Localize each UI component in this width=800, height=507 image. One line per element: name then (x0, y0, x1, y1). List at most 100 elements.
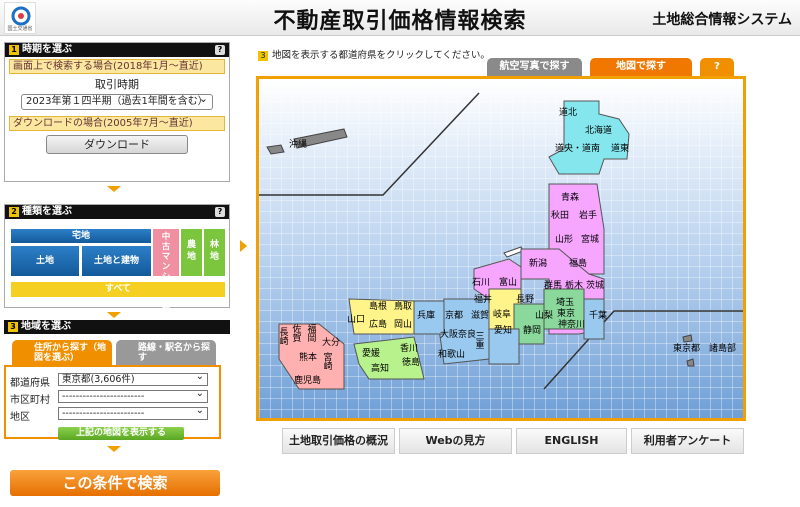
pref-gunma[interactable]: 群馬 (544, 281, 562, 291)
pref-kagawa[interactable]: 香川 (400, 344, 418, 354)
pref-kanagawa[interactable]: 神奈川 (558, 320, 585, 330)
step3-title: 地域を選ぶ (21, 321, 71, 332)
pref-fukuoka[interactable]: 福岡 (307, 325, 317, 345)
pref-hokkaido[interactable]: 北海道 (585, 126, 612, 136)
pref-toyama[interactable]: 富山 (499, 278, 517, 288)
pref-tokyo-islands[interactable]: 東京都 諸島部 (673, 344, 736, 354)
farm-button[interactable]: 農地 (181, 229, 202, 276)
tab-aerial[interactable]: 航空写真で探す (487, 58, 582, 76)
pref-mie[interactable]: 三重 (475, 332, 485, 352)
land-button[interactable]: 土地 (11, 246, 79, 276)
tab-map[interactable]: 地図で探す (590, 58, 692, 76)
show-map-button[interactable]: 上記の地図を表示する (58, 427, 184, 440)
map-help-icon[interactable]: ? (700, 58, 734, 76)
link-english[interactable]: ENGLISH (516, 428, 627, 454)
pref-fukui[interactable]: 福井 (474, 295, 492, 305)
pref-tokushima[interactable]: 徳島 (402, 358, 420, 368)
pref-hyogo[interactable]: 兵庫 (417, 311, 435, 321)
pref-oita[interactable]: 大分 (322, 338, 340, 348)
logo-icon (11, 6, 31, 26)
pref-akita[interactable]: 秋田 (551, 211, 569, 221)
district-label: 地区 (10, 412, 30, 423)
pref-donan[interactable]: 道央・道南 (555, 144, 600, 154)
forest-button[interactable]: 林地 (204, 229, 225, 276)
pref-saga[interactable]: 佐賀 (292, 325, 302, 345)
mlit-logo[interactable]: 国土交通省 (4, 2, 36, 34)
pref-dotou[interactable]: 道東 (611, 144, 629, 154)
pref-nara[interactable]: 奈良 (458, 330, 476, 340)
step-number: 3 (258, 51, 268, 61)
step-number: 3 (8, 322, 18, 332)
down-arrow-icon (107, 446, 121, 452)
step1-header: 1 時期を選ぶ? (5, 43, 229, 57)
pref-nagano[interactable]: 長野 (516, 295, 534, 305)
period-select[interactable]: 2023年第１四半期（過去1年間を含む） (21, 92, 213, 110)
pref-gifu[interactable]: 岐阜 (493, 310, 511, 320)
system-name: 土地総合情報システム (652, 12, 792, 28)
pref-osaka[interactable]: 大阪 (440, 330, 458, 340)
pref-yamagata[interactable]: 山形 (555, 235, 573, 245)
pref-yamaguchi[interactable]: 山口 (347, 315, 365, 325)
pref-ishikawa[interactable]: 石川 (472, 278, 490, 288)
pref-hiroshima[interactable]: 広島 (369, 320, 387, 330)
map-instruction: 3 地図を表示する都道府県をクリックしてください。 (258, 47, 490, 61)
pref-kumamoto[interactable]: 熊本 (299, 353, 317, 363)
pref-doto[interactable]: 道北 (559, 108, 577, 118)
help-icon[interactable]: ? (215, 207, 225, 217)
district-select[interactable]: ------------------------ (58, 405, 208, 420)
step-number: 2 (9, 207, 19, 217)
pref-miyazaki[interactable]: 宮崎 (323, 353, 333, 373)
city-select[interactable]: ------------------------ (58, 388, 208, 403)
pref-saitama[interactable]: 埼玉 (556, 298, 574, 308)
pref-yamanashi[interactable]: 山梨 (535, 311, 553, 321)
pref-select[interactable]: 東京都(3,606件) (58, 371, 208, 386)
city-label: 市区町村 (10, 395, 50, 406)
tab-station[interactable]: 路線・駅名から探す (116, 340, 216, 366)
pref-kagoshima[interactable]: 鹿児島 (294, 376, 321, 386)
pref-iwate[interactable]: 岩手 (579, 211, 597, 221)
period-label: 取引時期 (95, 78, 139, 91)
link-survey[interactable]: 利用者アンケート (631, 428, 744, 454)
download-button[interactable]: ダウンロード (46, 135, 188, 154)
pref-shiga[interactable]: 滋賀 (471, 311, 489, 321)
pref-ehime[interactable]: 愛媛 (362, 349, 380, 359)
pref-niigata[interactable]: 新潟 (529, 259, 547, 269)
japan-map: 道北 北海道 道央・道南 道東 青森 秋田 岩手 山形 宮城 新潟 福島 石川 … (256, 76, 746, 421)
step-number: 1 (9, 45, 19, 55)
pref-miyagi[interactable]: 宮城 (581, 235, 599, 245)
pref-okinawa[interactable]: 沖縄 (289, 140, 307, 150)
pref-aichi[interactable]: 愛知 (494, 326, 512, 336)
step1-title: 時期を選ぶ (22, 44, 72, 55)
all-button[interactable]: すべて (11, 282, 225, 297)
tab-station-label: 路線・駅名から探す (138, 343, 211, 363)
page-title: 不動産取引価格情報検索 (273, 9, 527, 34)
pref-kochi[interactable]: 高知 (371, 364, 389, 374)
search-button[interactable]: この条件で検索 (10, 470, 220, 496)
land-building-button[interactable]: 土地と建物 (82, 246, 151, 276)
link-overview[interactable]: 土地取引価格の概況 (282, 428, 395, 454)
pref-chiba[interactable]: 千葉 (589, 311, 607, 321)
pref-tokyo[interactable]: 東京 (557, 309, 575, 319)
link-web-guide[interactable]: Webの見方 (399, 428, 512, 454)
pref-shizuoka[interactable]: 静岡 (523, 326, 541, 336)
pref-shimane[interactable]: 島根 (369, 302, 387, 312)
download-label: ダウンロードの場合(2005年7月～直近) (9, 116, 225, 131)
area-form: 都道府県 東京都(3,606件) 市区町村 ------------------… (4, 365, 221, 440)
area-tabs: 住所から探す（地図を選ぶ） 路線・駅名から探す (4, 340, 220, 366)
takuchi-button[interactable]: 宅地 (11, 229, 151, 243)
pref-kyoto[interactable]: 京都 (445, 311, 463, 321)
down-arrow-icon (107, 186, 121, 192)
pref-tochigi[interactable]: 栃木 (565, 281, 583, 291)
pref-fukushima[interactable]: 福島 (569, 259, 587, 269)
map-instruction-text: 地図を表示する都道府県をクリックしてください。 (272, 50, 490, 61)
help-icon[interactable]: ? (215, 45, 225, 55)
pref-tottori[interactable]: 鳥取 (394, 302, 412, 312)
pref-nagasaki[interactable]: 長崎 (279, 328, 289, 348)
step3-header: 3 地域を選ぶ (4, 320, 230, 334)
used-mansion-button[interactable]: 中古マンション等 (153, 229, 179, 312)
pref-aomori[interactable]: 青森 (561, 193, 579, 203)
pref-ibaraki[interactable]: 茨城 (586, 281, 604, 291)
pref-wakayama[interactable]: 和歌山 (438, 350, 465, 360)
tab-address[interactable]: 住所から探す（地図を選ぶ） (12, 340, 112, 366)
pref-okayama[interactable]: 岡山 (394, 320, 412, 330)
